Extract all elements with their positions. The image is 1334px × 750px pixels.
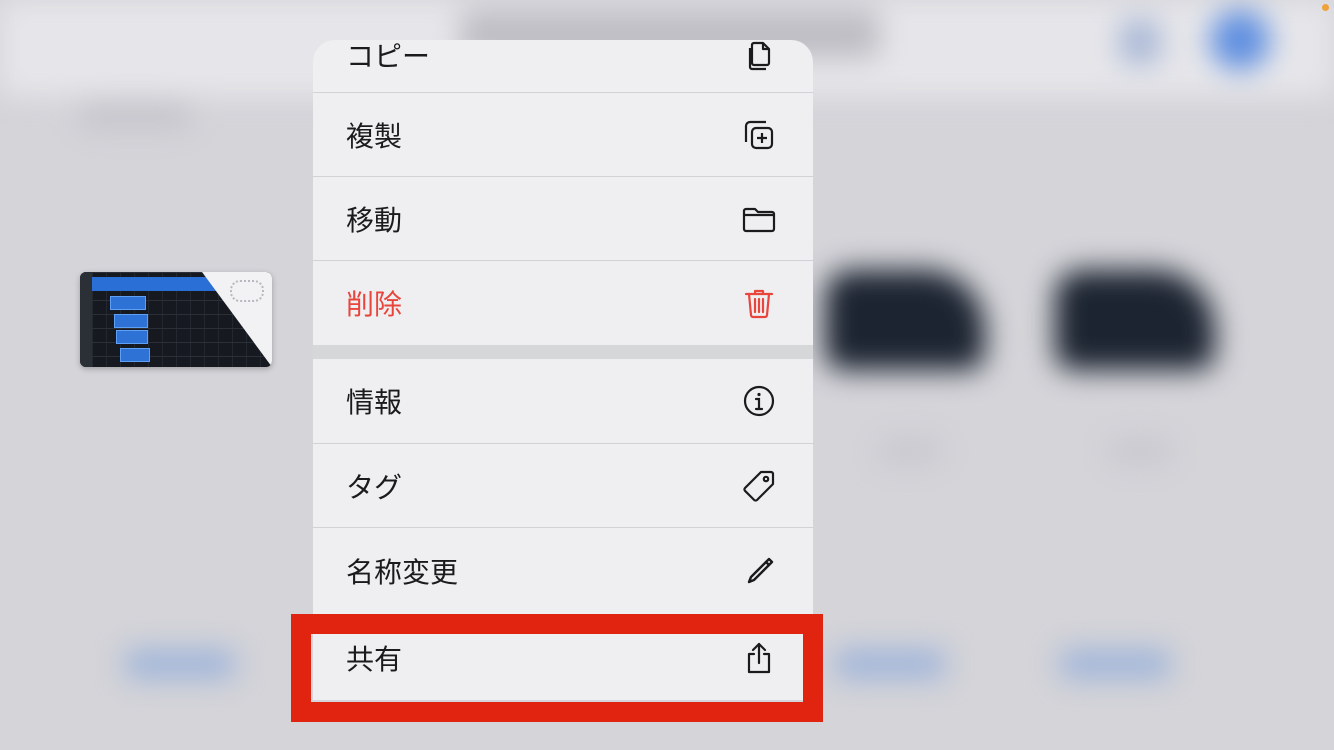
icloud-pending-icon <box>230 280 264 302</box>
bg-chip <box>835 650 945 678</box>
menu-item-share[interactable]: 共有 <box>313 616 813 700</box>
menu-item-move[interactable]: 移動 <box>313 177 813 261</box>
menu-item-label: 名称変更 <box>346 556 459 589</box>
tag-icon <box>741 468 777 504</box>
menu-item-label: 共有 <box>346 643 403 676</box>
menu-item-copy[interactable]: コピー <box>313 40 813 93</box>
folder-icon <box>741 201 777 237</box>
thumbnail-region <box>114 314 148 328</box>
recording-indicator-dot <box>1322 4 1329 11</box>
bg-toolbar-button <box>1120 20 1160 64</box>
bg-project-thumbnail <box>825 270 985 370</box>
thumbnail-region <box>110 296 146 310</box>
project-thumbnail[interactable] <box>80 272 272 367</box>
context-menu: コピー 複製 移動 削除 情報 タグ 名称変更 共有 <box>313 40 813 700</box>
thumbnail-region <box>120 348 150 362</box>
pencil-icon <box>741 553 777 589</box>
menu-item-info[interactable]: 情報 <box>313 359 813 444</box>
copy-doc-icon <box>741 40 777 73</box>
duplicate-plus-icon <box>741 117 777 153</box>
thumbnail-track-headers <box>80 272 92 367</box>
info-circle-icon <box>741 383 777 419</box>
bg-caption <box>1110 440 1170 462</box>
menu-item-label: 情報 <box>346 386 403 419</box>
bg-toolbar-button <box>1210 10 1270 70</box>
menu-group-separator <box>313 345 813 359</box>
bg-chip <box>1060 650 1170 678</box>
menu-item-label: コピー <box>346 40 431 73</box>
bg-caption <box>880 440 940 462</box>
menu-item-duplicate[interactable]: 複製 <box>313 93 813 177</box>
menu-item-label: タグ <box>346 470 403 504</box>
trash-icon <box>741 285 777 321</box>
thumbnail-region <box>116 330 148 344</box>
menu-item-delete[interactable]: 削除 <box>313 261 813 345</box>
bg-project-thumbnail <box>1055 270 1215 370</box>
menu-item-label: 削除 <box>346 288 403 321</box>
menu-item-tags[interactable]: タグ <box>313 444 813 528</box>
bg-section-label <box>80 100 190 128</box>
menu-item-label: 移動 <box>346 203 403 237</box>
menu-item-rename[interactable]: 名称変更 <box>313 528 813 614</box>
share-icon <box>741 640 777 676</box>
screen: コピー 複製 移動 削除 情報 タグ 名称変更 共有 <box>0 0 1334 750</box>
bg-chip <box>125 650 235 678</box>
menu-item-label: 複製 <box>346 119 403 153</box>
